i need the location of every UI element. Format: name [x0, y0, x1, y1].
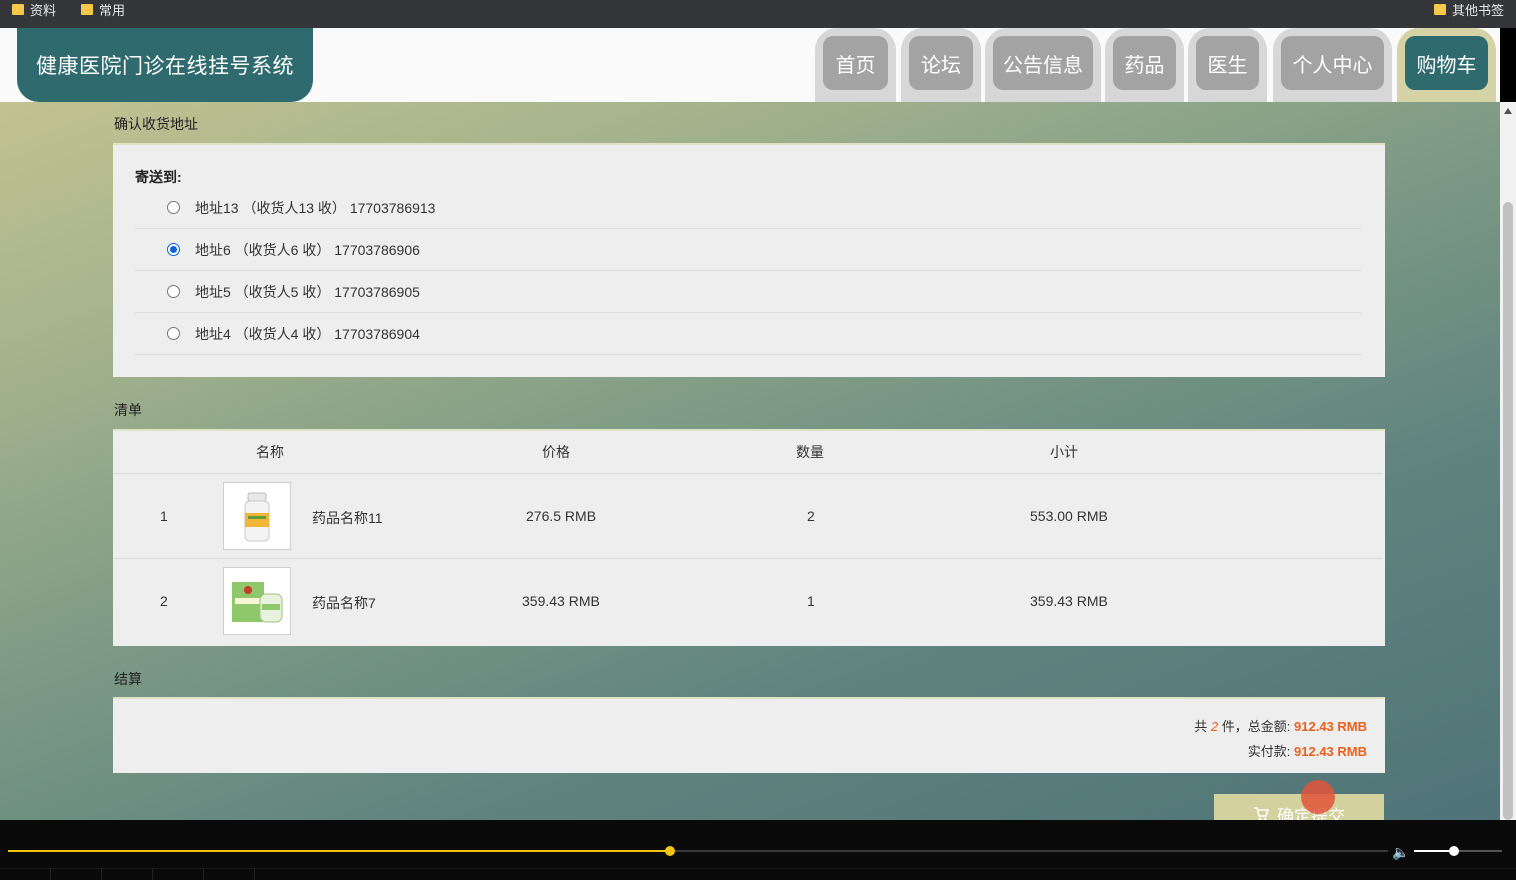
divider	[254, 869, 255, 880]
site-header: 健康医院门诊在线挂号系统 首页 论坛 公告信息 药品 医生 个人中心 购物车	[0, 28, 1500, 102]
product-image[interactable]	[223, 567, 291, 635]
item-count: 2	[1210, 719, 1219, 734]
product-subtotal: 359.43 RMB	[1030, 593, 1108, 609]
address-radio[interactable]	[167, 327, 180, 340]
divider	[101, 869, 102, 880]
nav-tab-announcements[interactable]: 公告信息	[985, 28, 1101, 102]
progress-handle[interactable]	[665, 846, 676, 856]
checkout-section-title: 结算	[114, 671, 142, 687]
cart-icon	[1254, 807, 1269, 820]
column-header-qty: 数量	[796, 444, 824, 460]
row-index: 2	[160, 593, 168, 609]
nav-tab-home[interactable]: 首页	[815, 28, 896, 102]
vertical-scrollbar[interactable]	[1500, 102, 1516, 820]
checkout-panel: 共 2 件，总金额: 912.43 RMB 实付款: 912.43 RMB	[113, 697, 1385, 773]
nav-tab-profile[interactable]: 个人中心	[1273, 28, 1392, 102]
paid-amount: 912.43 RMB	[1294, 744, 1367, 759]
send-to-label: 寄送到:	[135, 169, 182, 185]
bookmark-label: 其他书签	[1452, 2, 1505, 18]
bookmark-folder-1[interactable]: 常用	[81, 0, 125, 18]
table-row: 1 药品名称11 276.5 RMB 2 553.00 RMB	[113, 473, 1383, 558]
bookmarks-bar: 资料 常用 其他书签	[0, 0, 1516, 28]
folder-icon	[1434, 3, 1446, 15]
address-option[interactable]: 地址5 （收货人5 收） 17703786905	[135, 271, 1361, 313]
paid-line: 实付款: 912.43 RMB	[1248, 741, 1367, 760]
progress-fill	[8, 850, 671, 852]
address-section-title: 确认收货地址	[114, 116, 198, 132]
product-qty: 2	[807, 508, 815, 524]
address-text: 地址4 （收货人4 收） 17703786904	[195, 325, 420, 342]
medicine-bottle-icon	[244, 492, 270, 542]
row-index: 1	[160, 508, 168, 524]
column-header-name: 名称	[256, 444, 284, 460]
divider	[50, 869, 51, 880]
screen: 资料 常用 其他书签 健康医院门诊在线挂号系统 首页 论坛 公告信息 药品 医生…	[0, 0, 1516, 880]
progress-track[interactable]	[8, 846, 1388, 856]
address-text: 地址5 （收货人5 收） 17703786905	[195, 283, 420, 300]
column-header-subtotal: 小计	[1050, 444, 1078, 460]
address-option[interactable]: 地址13 （收货人13 收） 17703786913	[135, 187, 1361, 229]
list-section-title: 清单	[114, 402, 142, 418]
nav-tab-cart[interactable]: 购物车	[1397, 28, 1496, 102]
product-name: 药品名称11	[312, 510, 383, 526]
address-radio[interactable]	[167, 243, 180, 256]
total-line: 共 2 件，总金额: 912.43 RMB	[1194, 716, 1367, 735]
folder-icon	[12, 3, 24, 15]
table-row: 2 药品名称7 359.43 RMB 1 359.43 RMB	[113, 558, 1383, 643]
submit-order-button[interactable]: 确定提交	[1214, 794, 1384, 820]
address-text: 地址6 （收货人6 收） 17703786906	[195, 241, 420, 258]
product-qty: 1	[807, 593, 815, 609]
nav-tab-label: 论坛	[909, 36, 973, 90]
address-radio[interactable]	[167, 285, 180, 298]
order-table: 名称 价格 数量 小计 1 药品名称11 276.5 RMB 2 553.00 …	[113, 429, 1385, 646]
bookmark-other[interactable]: 其他书签	[1434, 0, 1504, 18]
scrollbar-thumb[interactable]	[1503, 202, 1513, 820]
scroll-up-icon[interactable]	[1504, 108, 1512, 114]
bookmark-label: 常用	[99, 2, 126, 18]
control-strip	[0, 868, 1516, 880]
nav-tab-label: 公告信息	[993, 36, 1093, 90]
count-suffix: 件，总金额:	[1221, 719, 1291, 734]
volume-handle[interactable]	[1448, 846, 1459, 856]
address-panel: 寄送到: 地址13 （收货人13 收） 17703786913 地址6 （收货人…	[113, 143, 1385, 377]
address-text: 地址13 （收货人13 收） 17703786913	[195, 199, 436, 216]
nav-tab-medicine[interactable]: 药品	[1105, 28, 1184, 102]
medicine-box-icon	[232, 582, 283, 623]
product-subtotal: 553.00 RMB	[1030, 508, 1108, 524]
total-amount: 912.43 RMB	[1294, 719, 1367, 734]
nav-tab-label: 药品	[1113, 36, 1176, 90]
product-price: 276.5 RMB	[526, 508, 597, 524]
address-option[interactable]: 地址4 （收货人4 收） 17703786904	[135, 313, 1361, 355]
divider	[203, 869, 204, 880]
nav-tab-label: 购物车	[1405, 36, 1488, 90]
volume-icon[interactable]: 🔈	[1392, 844, 1409, 861]
main-content: 确认收货地址 寄送到: 地址13 （收货人13 收） 17703786913 地…	[0, 102, 1500, 820]
nav-tab-forum[interactable]: 论坛	[901, 28, 981, 102]
nav-tab-label: 首页	[823, 36, 888, 90]
address-option[interactable]: 地址6 （收货人6 收） 17703786906	[135, 229, 1361, 271]
product-name: 药品名称7	[312, 595, 376, 611]
paid-label: 实付款:	[1247, 744, 1291, 759]
column-header-price: 价格	[542, 444, 570, 460]
count-prefix: 共	[1194, 719, 1208, 734]
product-image[interactable]	[223, 482, 291, 550]
bookmark-folder-0[interactable]: 资料	[12, 0, 56, 18]
address-radio[interactable]	[167, 201, 180, 214]
folder-icon	[81, 3, 93, 15]
site-title[interactable]: 健康医院门诊在线挂号系统	[17, 28, 313, 102]
nav-tab-label: 医生	[1196, 36, 1259, 90]
nav-tab-doctor[interactable]: 医生	[1188, 28, 1267, 102]
video-player-controls: 🔈	[0, 820, 1516, 880]
click-indicator	[1301, 780, 1335, 814]
product-price: 359.43 RMB	[522, 593, 600, 609]
volume-slider[interactable]	[1414, 846, 1502, 856]
nav-tab-label: 个人中心	[1281, 36, 1384, 90]
divider	[152, 869, 153, 880]
volume-fill	[1414, 850, 1454, 852]
bookmark-label: 资料	[30, 2, 57, 18]
